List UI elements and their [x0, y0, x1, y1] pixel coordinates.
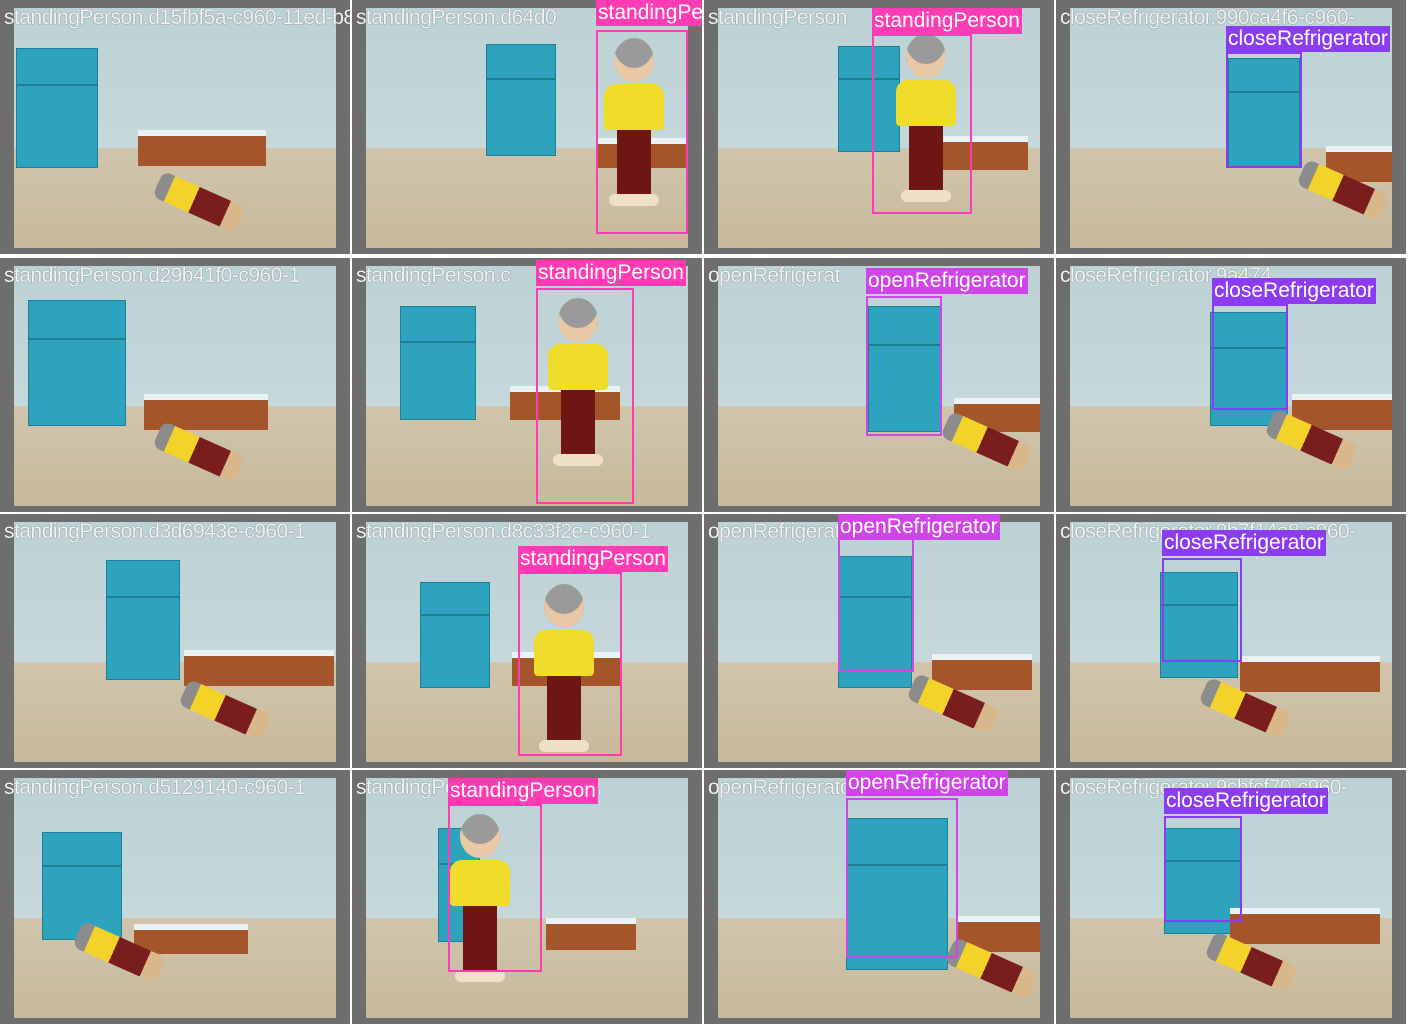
mosaic-tile: closeRefrigerator.9cbfcf70-c960-closeRef…	[1056, 770, 1406, 1024]
detection-label: closeRefrigerator	[1212, 278, 1376, 304]
mosaic-tile: openRefrigerator openRefrigerator	[704, 514, 1054, 768]
bounding-box	[866, 296, 942, 436]
detection-mosaic: standingPerson.d15fbf5a-c960-11ed-b875- s…	[0, 0, 1408, 1024]
bounding-box	[448, 804, 542, 972]
mosaic-tile: standingPerson.d15fbf5a-c960-11ed-b875-	[0, 0, 350, 254]
bounding-box	[518, 572, 622, 756]
mosaic-tile: openRefrigerator openRefrigerator	[704, 770, 1054, 1024]
refrigerator	[16, 48, 98, 168]
mosaic-tile: closeRefrigerator.9b7f14e8-c960-closeRef…	[1056, 514, 1406, 768]
detection-label: standingPerson	[596, 0, 702, 26]
bounding-box	[838, 538, 914, 672]
camera-frame	[366, 266, 688, 506]
image-filename: openRefrigerator	[708, 520, 858, 543]
bounding-box	[536, 288, 634, 504]
image-filename: standingPerson.c	[356, 264, 511, 287]
bounding-box	[1226, 52, 1302, 168]
detection-label: closeRefrigerator	[1226, 26, 1390, 52]
mosaic-tile: standingPerson.d64d0 standingPerson	[352, 0, 702, 254]
mosaic-tile: standingPerson.d29b41f0-c960-1	[0, 258, 350, 512]
detection-label: standingPerson	[518, 546, 668, 572]
detection-label: standingPerson	[448, 778, 598, 804]
toy-bed	[184, 650, 334, 686]
detection-label: closeRefrigerator	[1162, 530, 1326, 556]
mosaic-tile: closeRefrigerator.9a474 closeRefrigerator	[1056, 258, 1406, 512]
mosaic-tile: standingPerson.d3d6943e-c960-1	[0, 514, 350, 768]
floor	[366, 406, 688, 506]
toy-bed	[1240, 656, 1380, 692]
bounding-box	[872, 34, 972, 214]
image-filename: openRefrigerator	[708, 776, 858, 799]
camera-frame	[14, 266, 336, 506]
image-filename: standingPerson	[708, 6, 847, 29]
image-filename: openRefrigerat	[708, 264, 840, 287]
refrigerator	[106, 560, 180, 680]
mosaic-tile: openRefrigerat openRefrigerator	[704, 258, 1054, 512]
refrigerator	[420, 582, 490, 688]
image-filename: standingPerson.d15fbf5a-c960-11ed-b875-	[4, 6, 350, 29]
image-filename: standingPerson.d8c33f2e-c960-1	[356, 520, 651, 543]
detection-label: closeRefrigerator	[1164, 788, 1328, 814]
toy-bed	[134, 924, 248, 954]
mosaic-tile: standingPerson.d8c33f2e-c960-1 standingPe…	[352, 514, 702, 768]
bounding-box	[1212, 304, 1288, 410]
detection-label: standingPerson	[872, 8, 1022, 34]
mosaic-tile: standingPerson standingPerson	[704, 0, 1054, 254]
bounding-box	[1164, 816, 1242, 922]
bounding-box	[846, 798, 958, 958]
mosaic-tile: standingPerson.c standingPerson	[352, 258, 702, 512]
camera-frame	[14, 778, 336, 1018]
mosaic-tile: standingPerson.d5-c960-1standingPerson	[352, 770, 702, 1024]
bounding-box	[596, 30, 688, 234]
image-filename: standingPerson.d5129140-c960-1	[4, 776, 306, 799]
mosaic-tile: standingPerson.d5129140-c960-1	[0, 770, 350, 1024]
toy-bed	[138, 130, 266, 166]
toy-bed	[546, 918, 636, 950]
bounding-box	[1162, 558, 1242, 662]
image-filename: standingPerson.d29b41f0-c960-1	[4, 264, 300, 287]
detection-label: standingPerson	[536, 260, 686, 286]
image-filename: standingPerson.d64d0	[356, 6, 557, 29]
mosaic-tile: closeRefrigerator.990ca4f6-c960- closeRef…	[1056, 0, 1406, 254]
refrigerator	[28, 300, 126, 426]
camera-frame	[14, 8, 336, 248]
detection-label: openRefrigerator	[838, 514, 1000, 540]
toy-bed	[1230, 908, 1380, 944]
refrigerator	[486, 44, 556, 156]
toy-bed	[932, 654, 1032, 690]
detection-label: openRefrigerator	[846, 770, 1008, 796]
image-filename: standingPerson.d3d6943e-c960-1	[4, 520, 306, 543]
camera-frame	[14, 522, 336, 762]
refrigerator	[400, 306, 476, 420]
detection-label: openRefrigerator	[866, 268, 1028, 294]
